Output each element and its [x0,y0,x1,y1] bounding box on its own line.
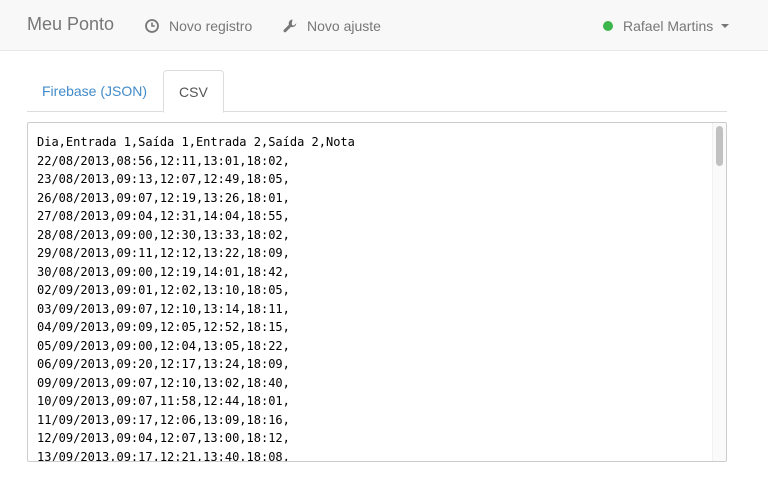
user-menu-dropdown[interactable]: Rafael Martins [603,16,730,36]
csv-line: 13/09/2013,09:17,12:21,13:40,18:08, [37,449,290,462]
csv-scrollbar[interactable] [712,123,726,461]
csv-line: 04/09/2013,09:09,12:05,12:52,18:15, [37,320,290,334]
tab-csv[interactable]: CSV [163,70,224,113]
new-record-label: Novo registro [169,18,253,34]
scrollbar-thumb[interactable] [716,126,723,166]
csv-line: 26/08/2013,09:07,12:19,13:26,18:01, [37,190,290,205]
user-name: Rafael Martins [623,18,714,34]
export-tabs: Firebase (JSON) CSV [27,70,727,113]
tab-firebase-json[interactable]: Firebase (JSON) [27,70,162,112]
csv-line: 02/09/2013,09:01,12:02,13:10,18:05, [37,283,290,297]
csv-line: 10/09/2013,09:07,11:58,12:44,18:01, [37,394,290,408]
brand-link[interactable]: Meu Ponto [27,14,114,35]
new-record-link[interactable]: Novo registro [144,16,252,36]
csv-line: 06/09/2013,09:20,12:17,13:24,18:09, [37,357,290,371]
csv-line: 09/09/2013,09:07,12:10,13:02,18:40, [37,375,290,390]
caret-down-icon [721,24,730,28]
new-adjust-label: Novo ajuste [307,18,381,34]
csv-line: 05/09/2013,09:00,12:04,13:05,18:22, [37,338,290,353]
csv-content: Dia,Entrada 1,Saída 1,Entrada 2,Saída 2,… [37,133,355,462]
csv-line: 30/08/2013,09:00,12:19,14:01,18:42, [37,264,290,279]
csv-line: 11/09/2013,09:17,12:06,13:09,18:16, [37,412,290,427]
csv-textarea[interactable]: Dia,Entrada 1,Saída 1,Entrada 2,Saída 2,… [27,122,727,462]
new-adjust-link[interactable]: Novo ajuste [282,16,381,36]
csv-line: 27/08/2013,09:04,12:31,14:04,18:55, [37,209,290,223]
online-status-icon [603,21,613,31]
csv-line: 22/08/2013,08:56,12:11,13:01,18:02, [37,153,290,168]
wrench-icon [283,19,297,33]
csv-line: 28/08/2013,09:00,12:30,13:33,18:02, [37,227,290,242]
clock-icon [145,19,159,33]
csv-header-line: Dia,Entrada 1,Saída 1,Entrada 2,Saída 2,… [37,135,355,149]
csv-line: 12/09/2013,09:04,12:07,13:00,18:12, [37,431,290,445]
navbar: Meu Ponto Novo registro Novo ajuste Rafa… [0,0,768,51]
csv-line: 29/08/2013,09:11,12:12,13:22,18:09, [37,246,290,260]
csv-line: 03/09/2013,09:07,12:10,13:14,18:11, [37,301,290,316]
csv-line: 23/08/2013,09:13,12:07,12:49,18:05, [37,172,290,186]
